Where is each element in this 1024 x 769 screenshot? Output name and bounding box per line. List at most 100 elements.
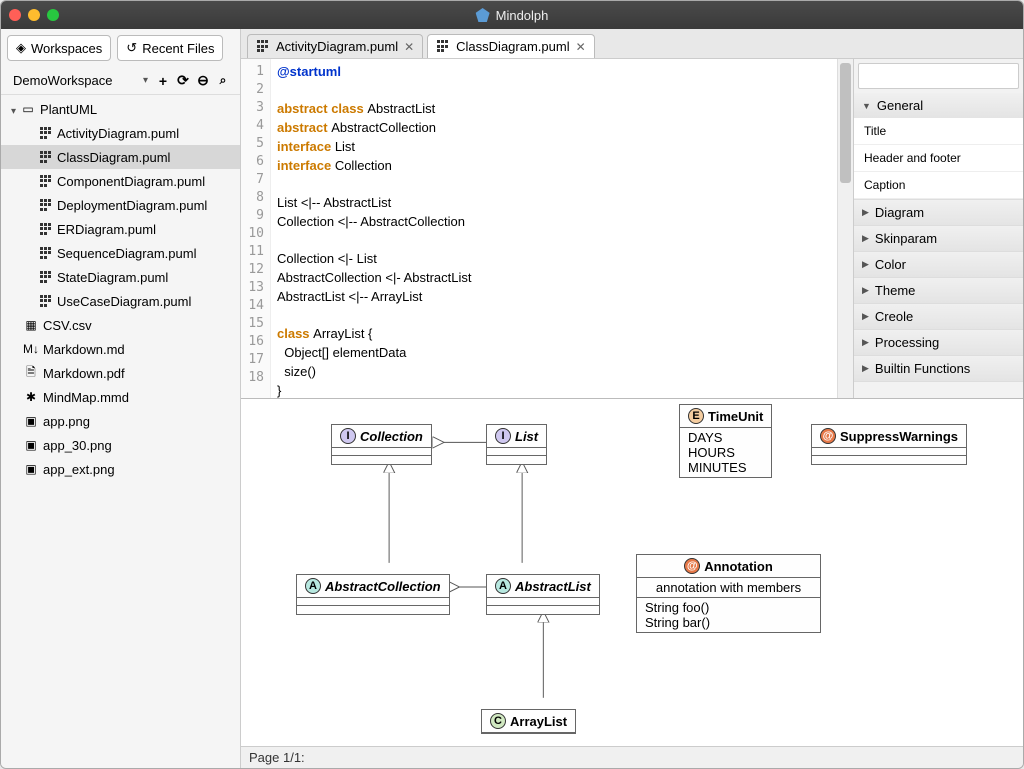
accordion-section[interactable]: ▶Color [854,252,1023,277]
chevron-right-icon: ▶ [862,337,869,348]
uml-enum-timeunit[interactable]: ETimeUnit DAYSHOURSMINUTES [679,404,772,478]
puml-file-icon [39,294,53,308]
chevron-right-icon: ▶ [862,259,869,270]
uml-class-collection[interactable]: ICollection [331,424,432,465]
interface-badge-icon: I [495,428,511,444]
accordion-section[interactable]: ▼General [854,93,1023,118]
history-icon: ↺ [126,40,137,56]
tree-file[interactable]: ▦CSV.csv [1,313,240,337]
chevron-right-icon: ▶ [862,285,869,296]
app-title: Mindolph [496,8,549,23]
uml-class-arraylist[interactable]: CArrayList [481,709,576,734]
tree-file[interactable]: ClassDiagram.puml [1,145,240,169]
tree-file[interactable]: M↓Markdown.md [1,337,240,361]
chevron-right-icon: ▶ [862,207,869,218]
chevron-right-icon: ▶ [862,363,869,374]
vertical-scrollbar[interactable] [837,59,853,398]
accordion-section[interactable]: ▶Builtin Functions [854,356,1023,381]
doc-icon: 🗎 [23,365,39,381]
accordion-section[interactable]: ▶Processing [854,330,1023,355]
img-icon: ▣ [23,437,39,453]
tree-file[interactable]: ✱MindMap.mmd [1,385,240,409]
chevron-down-icon: ▼ [862,101,871,111]
status-bar: Page 1/1: [241,746,1023,768]
tree-folder-plantuml[interactable]: ▭PlantUML [1,97,240,121]
tree-file[interactable]: ComponentDiagram.puml [1,169,240,193]
refresh-button[interactable]: ⟳ [174,72,192,90]
img-icon: ▣ [23,413,39,429]
accordion-item[interactable]: Header and footer [854,145,1023,172]
uml-class-list[interactable]: IList [486,424,547,465]
tree-file[interactable]: ▣app_ext.png [1,457,240,481]
code-content[interactable]: @startuml abstract class AbstractList ab… [271,59,837,398]
tree-file[interactable]: ActivityDiagram.puml [1,121,240,145]
close-tab-button[interactable]: ✕ [576,40,586,54]
tree-file[interactable]: 🗎Markdown.pdf [1,361,240,385]
annotation-badge-icon: @ [684,558,700,574]
uml-class-abstractcollection[interactable]: AAbstractCollection [296,574,450,615]
chevron-right-icon: ▶ [862,311,869,322]
caret-icon [11,102,16,117]
puml-file-icon [39,246,53,260]
app-logo-icon [476,8,490,22]
puml-file-icon [436,40,450,54]
close-tab-button[interactable]: ✕ [404,40,414,54]
editor-tab[interactable]: ClassDiagram.puml✕ [427,34,594,58]
uml-annotation-annotation[interactable]: @Annotation annotation with members Stri… [636,554,821,633]
grid-icon: ▦ [23,317,39,333]
puml-file-icon [39,270,53,284]
file-tree: ▭PlantUMLActivityDiagram.pumlClassDiagra… [1,95,240,768]
class-badge-icon: C [490,713,506,729]
accordion-item[interactable]: Caption [854,172,1023,199]
recent-files-tab[interactable]: ↺ Recent Files [117,35,223,61]
editor-tab[interactable]: ActivityDiagram.puml✕ [247,34,423,58]
editor-tabs: ActivityDiagram.puml✕ClassDiagram.puml✕ [241,29,1023,59]
accordion-section[interactable]: ▶Diagram [854,200,1023,225]
uml-class-abstractlist[interactable]: AAbstractList [486,574,600,615]
puml-file-icon [39,198,53,212]
folder-icon: ▭ [20,101,36,117]
tree-file[interactable]: ▣app.png [1,409,240,433]
cube-icon: ◈ [16,40,26,56]
workspaces-tab[interactable]: ◈ Workspaces [7,35,111,61]
puml-file-icon [39,150,53,164]
puml-file-icon [39,126,53,140]
abstract-badge-icon: A [305,578,321,594]
tree-file[interactable]: UseCaseDiagram.puml [1,289,240,313]
search-button[interactable]: ⌕ [214,72,232,90]
chevron-right-icon: ▶ [862,233,869,244]
mmd-icon: ✱ [23,389,39,405]
chevron-down-icon[interactable]: ▾ [141,75,150,86]
tree-file[interactable]: ERDiagram.puml [1,217,240,241]
accordion-section[interactable]: ▶Creole [854,304,1023,329]
annotation-badge-icon: @ [820,428,836,444]
properties-search-input[interactable] [858,63,1019,89]
tree-file[interactable]: ▣app_30.png [1,433,240,457]
code-editor[interactable]: 123456789101112131415161718 @startuml ab… [241,59,837,398]
properties-panel: ▼GeneralTitleHeader and footerCaption▶Di… [853,59,1023,398]
diagram-preview[interactable]: ICollection IList AAbstractCollection AA… [241,399,1023,746]
sidebar: ◈ Workspaces ↺ Recent Files DemoWorkspac… [1,29,241,768]
md-icon: M↓ [23,341,39,357]
accordion-item[interactable]: Title [854,118,1023,145]
minimize-window-button[interactable] [28,9,40,21]
workspace-selector[interactable]: DemoWorkspace [9,71,137,90]
collapse-button[interactable]: ⊖ [194,72,212,90]
uml-annotation-suppresswarnings[interactable]: @SuppressWarnings [811,424,967,465]
tree-file[interactable]: SequenceDiagram.puml [1,241,240,265]
close-window-button[interactable] [9,9,21,21]
tree-file[interactable]: DeploymentDiagram.puml [1,193,240,217]
accordion-section[interactable]: ▶Skinparam [854,226,1023,251]
accordion-section[interactable]: ▶Theme [854,278,1023,303]
page-indicator: Page 1/1: [249,750,305,765]
abstract-badge-icon: A [495,578,511,594]
titlebar: Mindolph [1,1,1023,29]
add-button[interactable]: + [154,72,172,90]
puml-file-icon [39,174,53,188]
maximize-window-button[interactable] [47,9,59,21]
tree-file[interactable]: StateDiagram.puml [1,265,240,289]
line-gutter: 123456789101112131415161718 [241,59,271,398]
interface-badge-icon: I [340,428,356,444]
puml-file-icon [256,40,270,54]
enum-badge-icon: E [688,408,704,424]
